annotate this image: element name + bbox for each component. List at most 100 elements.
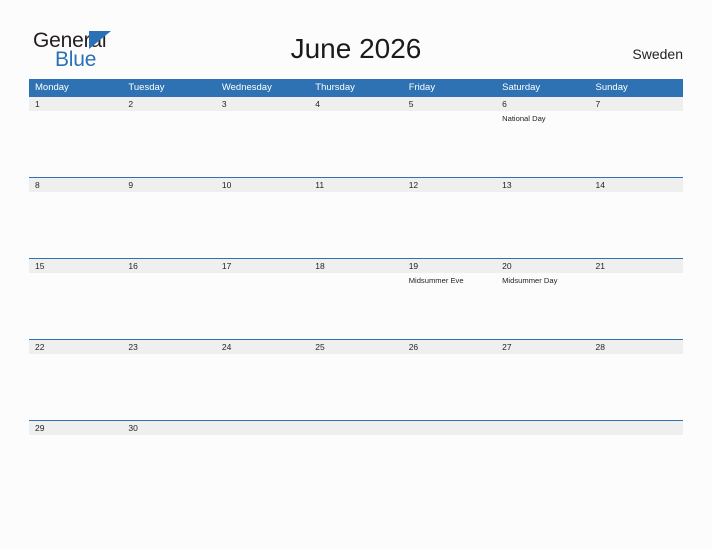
- week-event-band: Midsummer Eve Midsummer Day: [29, 273, 683, 339]
- day-cell[interactable]: [403, 192, 496, 258]
- day-cell[interactable]: [496, 192, 589, 258]
- day-number: [403, 421, 496, 435]
- day-cell[interactable]: [590, 192, 683, 258]
- day-cell[interactable]: [216, 273, 309, 339]
- day-cell: [403, 435, 496, 501]
- day-cell[interactable]: [403, 354, 496, 420]
- day-number[interactable]: 12: [403, 178, 496, 192]
- day-cell[interactable]: [29, 435, 122, 501]
- day-number: [496, 421, 589, 435]
- day-cell[interactable]: National Day: [496, 111, 589, 177]
- day-number: [216, 421, 309, 435]
- week-date-band: 1 2 3 4 5 6 7: [29, 97, 683, 111]
- day-number[interactable]: 30: [122, 421, 215, 435]
- day-number[interactable]: 19: [403, 259, 496, 273]
- day-number[interactable]: 11: [309, 178, 402, 192]
- day-number[interactable]: 26: [403, 340, 496, 354]
- calendar-page: General Blue June 2026 Sweden Monday Tue…: [0, 0, 712, 550]
- week-event-band: [29, 354, 683, 420]
- day-cell[interactable]: [122, 273, 215, 339]
- day-cell[interactable]: [496, 354, 589, 420]
- day-number[interactable]: 24: [216, 340, 309, 354]
- day-cell[interactable]: [122, 111, 215, 177]
- week-date-band: 22 23 24 25 26 27 28: [29, 340, 683, 354]
- calendar-week-row: 15 16 17 18 19 20 21 Midsummer Eve Midsu…: [29, 258, 683, 339]
- weekday-header-wednesday: Wednesday: [221, 82, 272, 93]
- calendar-grid: Monday Tuesday Wednesday Thursday Friday…: [29, 79, 683, 501]
- day-number[interactable]: 17: [216, 259, 309, 273]
- week-event-band: [29, 435, 683, 501]
- day-cell[interactable]: [29, 111, 122, 177]
- day-number: [590, 421, 683, 435]
- day-number[interactable]: 5: [403, 97, 496, 111]
- day-cell[interactable]: [309, 192, 402, 258]
- day-cell[interactable]: [590, 273, 683, 339]
- day-cell: [496, 435, 589, 501]
- day-cell: [590, 435, 683, 501]
- day-number[interactable]: 18: [309, 259, 402, 273]
- page-header: General Blue June 2026 Sweden: [0, 0, 712, 78]
- day-number[interactable]: 3: [216, 97, 309, 111]
- week-event-band: [29, 192, 683, 258]
- day-cell[interactable]: [590, 111, 683, 177]
- page-title: June 2026: [290, 33, 422, 64]
- weekday-header-row: Monday Tuesday Wednesday Thursday Friday…: [29, 79, 683, 96]
- weekday-header-monday: Monday: [35, 82, 69, 93]
- day-number[interactable]: 22: [29, 340, 122, 354]
- weekday-header-tuesday: Tuesday: [128, 82, 165, 93]
- weekday-header-saturday: Saturday: [502, 82, 541, 93]
- day-cell[interactable]: [122, 192, 215, 258]
- day-number[interactable]: 25: [309, 340, 402, 354]
- country-label: Sweden: [632, 46, 683, 62]
- day-number[interactable]: 14: [590, 178, 683, 192]
- day-cell[interactable]: [122, 354, 215, 420]
- week-date-band: 8 9 10 11 12 13 14: [29, 178, 683, 192]
- day-number[interactable]: 28: [590, 340, 683, 354]
- day-cell[interactable]: [29, 192, 122, 258]
- day-cell[interactable]: [403, 111, 496, 177]
- day-cell[interactable]: Midsummer Eve: [403, 273, 496, 339]
- calendar-week-row: 22 23 24 25 26 27 28: [29, 339, 683, 420]
- event-label: National Day: [502, 114, 546, 123]
- day-cell[interactable]: [309, 111, 402, 177]
- day-cell: [216, 435, 309, 501]
- day-number[interactable]: 13: [496, 178, 589, 192]
- day-number[interactable]: 21: [590, 259, 683, 273]
- day-number[interactable]: 23: [122, 340, 215, 354]
- event-label: Midsummer Day: [502, 276, 558, 285]
- day-number[interactable]: 2: [122, 97, 215, 111]
- week-date-band: 29 30: [29, 421, 683, 435]
- day-cell: [309, 435, 402, 501]
- day-cell[interactable]: [29, 273, 122, 339]
- day-number[interactable]: 20: [496, 259, 589, 273]
- day-number[interactable]: 8: [29, 178, 122, 192]
- calendar-week-row: 29 30: [29, 420, 683, 501]
- day-cell[interactable]: [122, 435, 215, 501]
- day-number[interactable]: 7: [590, 97, 683, 111]
- day-number[interactable]: 27: [496, 340, 589, 354]
- day-number[interactable]: 16: [122, 259, 215, 273]
- day-number[interactable]: 6: [496, 97, 589, 111]
- day-cell[interactable]: [29, 354, 122, 420]
- day-number[interactable]: 29: [29, 421, 122, 435]
- day-cell[interactable]: [309, 354, 402, 420]
- weekday-header-sunday: Sunday: [595, 82, 628, 93]
- day-cell[interactable]: [590, 354, 683, 420]
- day-number[interactable]: 1: [29, 97, 122, 111]
- day-number[interactable]: 15: [29, 259, 122, 273]
- day-number[interactable]: 9: [122, 178, 215, 192]
- day-number[interactable]: 10: [216, 178, 309, 192]
- day-number[interactable]: 4: [309, 97, 402, 111]
- day-cell[interactable]: [216, 354, 309, 420]
- week-date-band: 15 16 17 18 19 20 21: [29, 259, 683, 273]
- day-cell[interactable]: [216, 111, 309, 177]
- day-cell[interactable]: Midsummer Day: [496, 273, 589, 339]
- calendar-week-row: 8 9 10 11 12 13 14: [29, 177, 683, 258]
- weekday-header-friday: Friday: [408, 82, 436, 93]
- day-cell[interactable]: [309, 273, 402, 339]
- day-number: [309, 421, 402, 435]
- day-cell[interactable]: [216, 192, 309, 258]
- weekday-header-thursday: Thursday: [315, 82, 355, 93]
- week-event-band: National Day: [29, 111, 683, 177]
- event-label: Midsummer Eve: [408, 276, 464, 285]
